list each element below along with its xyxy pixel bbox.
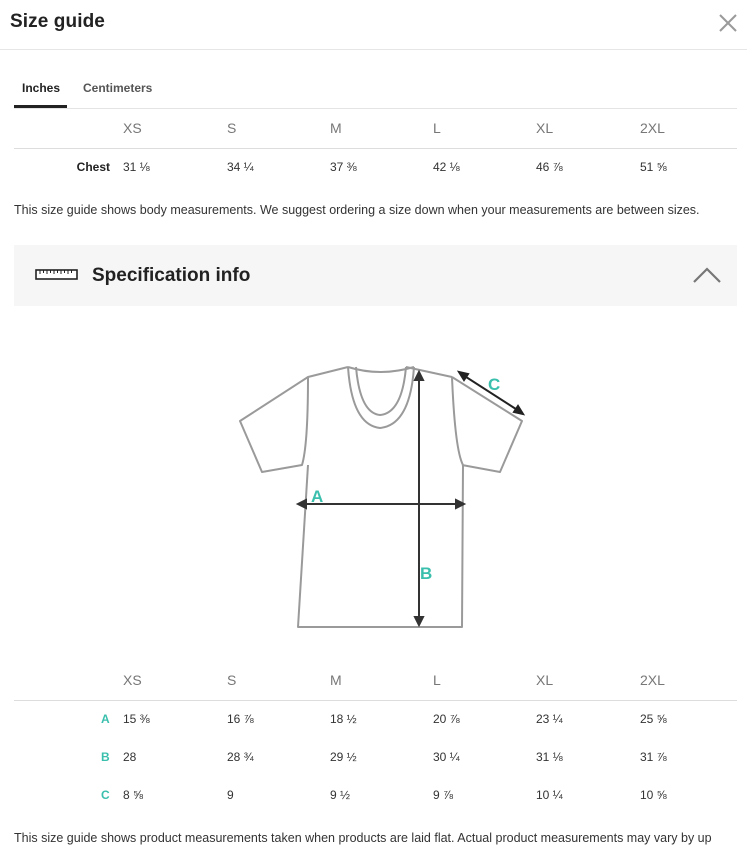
modal-header: Size guide [0, 0, 747, 50]
table-cell: 10 ⅝ [640, 788, 667, 802]
size-header-xl: XL [536, 672, 554, 688]
body-measurement-note: This size guide shows body measurements.… [14, 203, 700, 217]
product-measurement-note: This size guide shows product measuremen… [14, 831, 712, 845]
table-divider [14, 700, 737, 701]
table-cell: 51 ⅝ [640, 160, 667, 174]
table-cell: 25 ⅝ [640, 712, 667, 726]
table-cell: 30 ¼ [433, 750, 460, 764]
unit-tabs: Inches Centimeters [14, 72, 737, 109]
size-header-m: M [330, 120, 342, 136]
table-cell: 16 ⅞ [227, 712, 254, 726]
table-cell: 18 ½ [330, 712, 357, 726]
ruler-icon [35, 269, 78, 280]
table-cell: 29 ½ [330, 750, 357, 764]
table-cell: 9 [227, 788, 234, 802]
table-cell: 20 ⅞ [433, 712, 460, 726]
table-cell: 28 [123, 750, 137, 764]
size-header-s: S [227, 672, 237, 688]
table-cell: 37 ⅜ [330, 160, 357, 174]
tshirt-measurement-diagram: A B C [239, 366, 526, 628]
tshirt-outline [239, 366, 523, 628]
measurement-b-arrow [413, 369, 425, 628]
size-header-m: M [330, 672, 342, 688]
specification-info-toggle[interactable]: Specification info [14, 245, 737, 306]
row-label-chest: Chest [76, 160, 110, 174]
size-header-xl: XL [536, 120, 554, 136]
active-tab-indicator [14, 105, 67, 108]
tab-centimeters[interactable]: Centimeters [83, 81, 152, 95]
size-header-l: L [433, 120, 441, 136]
table-cell: 15 ⅜ [123, 712, 150, 726]
diagram-label-c: C [488, 375, 500, 394]
table-cell: 31 ⅞ [640, 750, 667, 764]
table-cell: 28 ¾ [227, 750, 254, 764]
size-header-xs: XS [123, 120, 142, 136]
close-icon[interactable] [717, 12, 739, 34]
table-cell: 9 ½ [330, 788, 351, 802]
size-header-2xl: 2XL [640, 672, 665, 688]
table-cell: 46 ⅞ [536, 160, 563, 174]
table-cell: 10 ¼ [536, 788, 563, 802]
tab-inches[interactable]: Inches [22, 81, 60, 95]
table-cell: 31 ⅛ [536, 750, 563, 764]
table-cell: 42 ⅛ [433, 160, 460, 174]
diagram-label-a: A [311, 487, 323, 506]
size-header-l: L [433, 672, 441, 688]
size-header-xs: XS [123, 672, 142, 688]
table-cell: 34 ¼ [227, 160, 254, 174]
diagram-label-b: B [420, 564, 432, 583]
table-cell: 9 ⅞ [433, 788, 454, 802]
specification-info-title: Specification info [92, 265, 251, 286]
row-label-c: C [101, 788, 110, 802]
row-label-a: A [101, 712, 110, 726]
chevron-up-icon[interactable] [692, 265, 722, 285]
modal-title: Size guide [10, 11, 105, 32]
size-header-2xl: 2XL [640, 120, 665, 136]
size-header-s: S [227, 120, 237, 136]
table-cell: 23 ¼ [536, 712, 563, 726]
table-cell: 8 ⅝ [123, 788, 144, 802]
row-label-b: B [101, 750, 110, 764]
table-cell: 31 ⅛ [123, 160, 150, 174]
table-divider [14, 148, 737, 149]
